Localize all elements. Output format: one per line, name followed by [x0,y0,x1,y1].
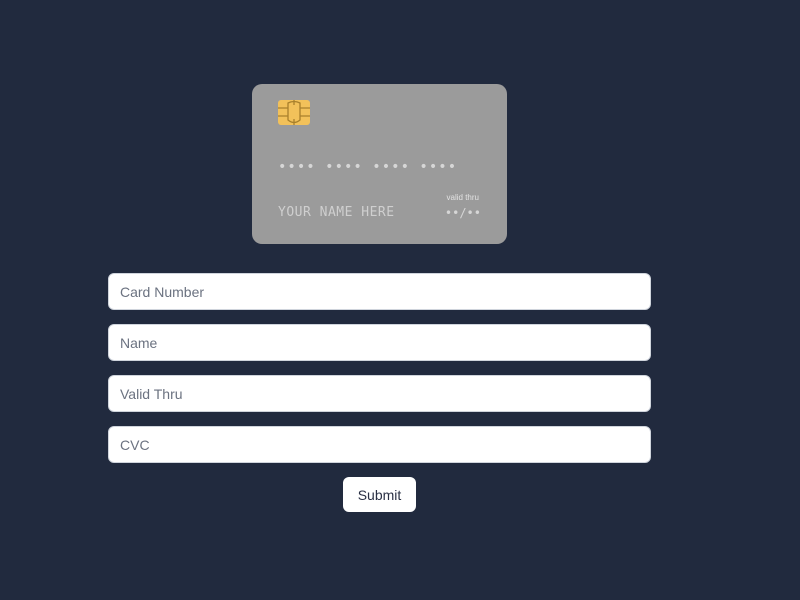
expiry-display: ••/•• [444,206,481,220]
card-number-input[interactable] [108,273,651,310]
name-input[interactable] [108,324,651,361]
submit-button[interactable]: Submit [343,477,416,512]
card-number-display: •••• •••• •••• •••• [278,159,458,175]
credit-card-preview: •••• •••• •••• •••• YOUR NAME HERE valid… [252,84,507,244]
submit-container: Submit [343,477,416,512]
cvc-input[interactable] [108,426,651,463]
valid-thru-input[interactable] [108,375,651,412]
valid-thru-label: valid thru [446,193,479,202]
payment-page: •••• •••• •••• •••• YOUR NAME HERE valid… [0,0,800,600]
cardholder-name-display: YOUR NAME HERE [278,205,395,220]
card-form [108,273,651,477]
sim-chip-icon [278,100,310,125]
